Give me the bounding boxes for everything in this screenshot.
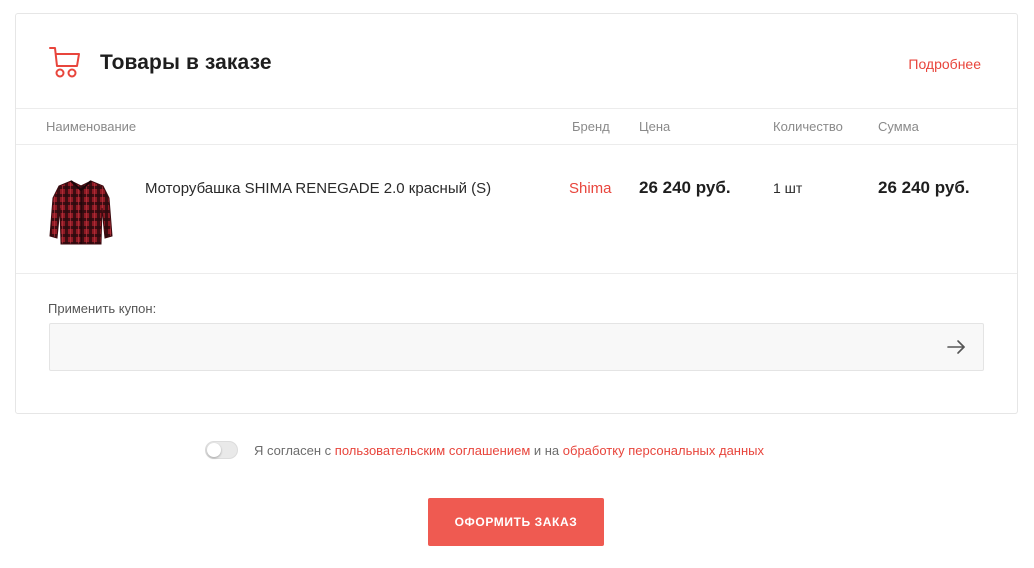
table-row: Моторубашка SHIMA RENEGADE 2.0 красный (…: [16, 145, 1017, 274]
toggle-knob: [207, 443, 221, 457]
product-quantity: 1 шт: [773, 180, 803, 196]
column-header-brand: Бренд: [572, 119, 610, 134]
product-sum: 26 240 руб.: [878, 178, 970, 197]
product-name[interactable]: Моторубашка SHIMA RENEGADE 2.0 красный (…: [145, 180, 491, 197]
cart-icon: [49, 47, 80, 78]
product-brand-link[interactable]: Shima: [569, 180, 612, 197]
arrow-right-icon[interactable]: [945, 337, 967, 357]
more-details-link[interactable]: Подробнее: [908, 56, 981, 72]
agreement-text: Я согласен с пользовательским соглашение…: [254, 443, 764, 458]
column-header-price: Цена: [639, 119, 671, 134]
coupon-label: Применить купон:: [48, 301, 157, 316]
coupon-input[interactable]: [50, 324, 930, 370]
coupon-field: [49, 323, 984, 371]
column-header-quantity: Количество: [773, 119, 843, 134]
column-header-name: Наименование: [46, 119, 137, 134]
agreement-text-part-1: Я согласен с: [254, 442, 335, 458]
table-header: Наименование Бренд Цена Количество Сумма: [16, 109, 1017, 145]
card-header: Товары в заказе Подробнее: [16, 14, 1017, 109]
place-order-button[interactable]: Оформить заказ: [428, 498, 604, 546]
user-agreement-link[interactable]: пользовательским соглашением: [335, 443, 530, 458]
agreement-row: Я согласен с пользовательским соглашение…: [205, 440, 764, 460]
order-items-card: Товары в заказе Подробнее Наименование Б…: [15, 13, 1018, 414]
column-header-sum: Сумма: [878, 119, 919, 134]
product-image[interactable]: [49, 178, 113, 248]
agreement-text-part-2: и на: [530, 442, 563, 458]
card-title: Товары в заказе: [100, 51, 272, 74]
agreement-toggle[interactable]: [205, 441, 238, 459]
personal-data-link[interactable]: обработку персональных данных: [563, 443, 764, 458]
product-price: 26 240 руб.: [639, 178, 731, 197]
